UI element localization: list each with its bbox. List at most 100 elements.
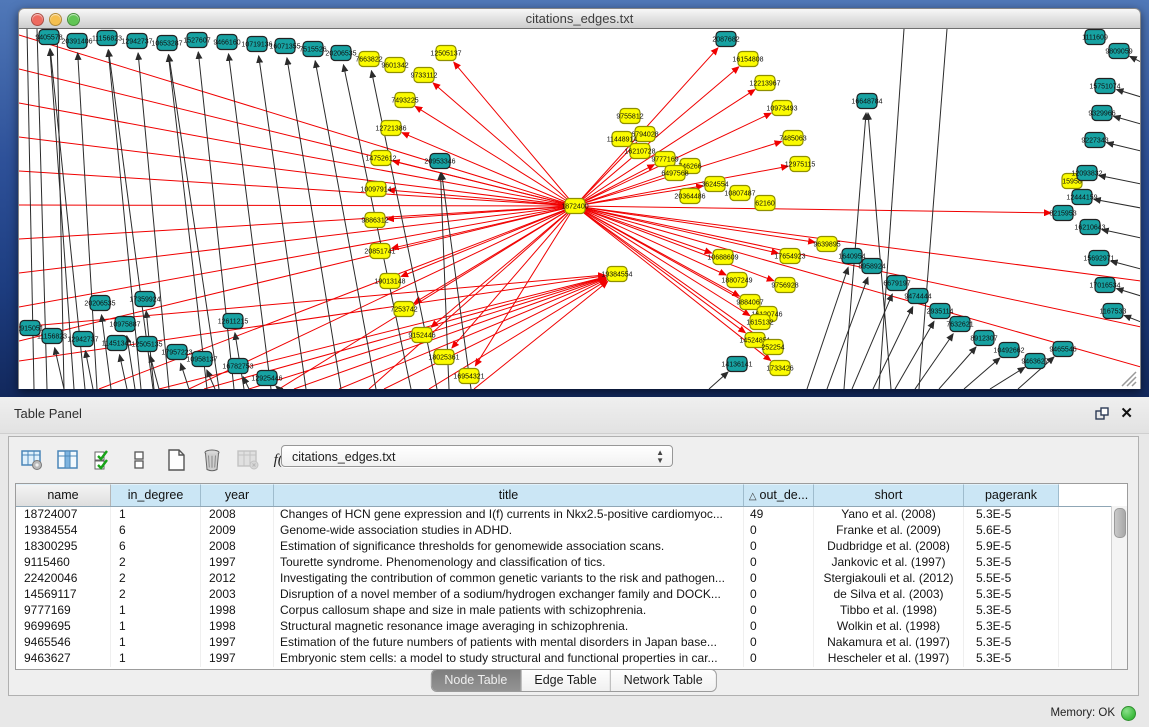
table-cell[interactable]: 5.6E-5 (964, 523, 1059, 539)
table-cell[interactable]: Structural magnetic resonance image aver… (274, 619, 744, 635)
table-cell[interactable]: 5.9E-5 (964, 539, 1059, 555)
table-cell[interactable]: 1 (111, 619, 201, 635)
table-cell[interactable]: 2009 (201, 523, 274, 539)
select-all-icon[interactable] (91, 447, 117, 473)
table-cell[interactable]: 1998 (201, 619, 274, 635)
tab-network-table[interactable]: Network Table (611, 670, 716, 691)
table-cell[interactable]: Dudbridge et al. (2008) (814, 539, 964, 555)
table-cell[interactable]: 1 (111, 635, 201, 651)
column-header-title[interactable]: title (274, 484, 744, 506)
table-row[interactable]: 946362711997Embryonic stem cells: a mode… (16, 651, 1127, 667)
column-header-year[interactable]: year (201, 484, 274, 506)
table-cell[interactable]: 5.3E-5 (964, 587, 1059, 603)
table-cell[interactable]: 9699695 (16, 619, 111, 635)
table-cell[interactable]: 2 (111, 571, 201, 587)
table-row[interactable]: 1456911722003Disruption of a novel membe… (16, 587, 1127, 603)
table-cell[interactable]: 18724007 (16, 507, 111, 523)
table-cell[interactable]: 9115460 (16, 555, 111, 571)
network-graph[interactable]: 9405578203914061115682312942737106532871… (19, 29, 1140, 389)
minimize-window-button[interactable] (49, 13, 62, 26)
table-cell[interactable]: 1997 (201, 635, 274, 651)
table-cell[interactable]: Investigating the contribution of common… (274, 571, 744, 587)
table-row[interactable]: 1872400712008Changes of HCN gene express… (16, 507, 1127, 523)
table-cell[interactable]: 5.3E-5 (964, 603, 1059, 619)
table-cell[interactable]: 18300295 (16, 539, 111, 555)
table-cell[interactable]: 0 (744, 619, 814, 635)
table-cell[interactable]: 5.3E-5 (964, 635, 1059, 651)
table-cell[interactable]: 1997 (201, 651, 274, 667)
table-cell[interactable]: 1 (111, 651, 201, 667)
table-cell[interactable]: 6 (111, 539, 201, 555)
table-cell[interactable]: de Silva et al. (2003) (814, 587, 964, 603)
table-cell[interactable]: 0 (744, 571, 814, 587)
table-settings-icon[interactable] (19, 447, 45, 473)
network-canvas[interactable]: 9405578203914061115682312942737106532871… (18, 29, 1141, 389)
table-cell[interactable]: 5.5E-5 (964, 571, 1059, 587)
float-panel-icon[interactable] (1095, 407, 1109, 421)
new-table-icon[interactable] (163, 447, 189, 473)
column-header-in_degree[interactable]: in_degree (111, 484, 201, 506)
table-cell[interactable]: Embryonic stem cells: a model to study s… (274, 651, 744, 667)
clear-selection-icon[interactable] (127, 447, 153, 473)
table-cell[interactable]: 1 (111, 507, 201, 523)
table-cell[interactable]: 22420046 (16, 571, 111, 587)
table-cell[interactable]: 2003 (201, 587, 274, 603)
table-cell[interactable]: 0 (744, 651, 814, 667)
column-header-out_de[interactable]: △out_de... (744, 484, 814, 506)
table-row[interactable]: 946554611997Estimation of the future num… (16, 635, 1127, 651)
table-cell[interactable]: Estimation of significance thresholds fo… (274, 539, 744, 555)
table-cell[interactable]: 9463627 (16, 651, 111, 667)
table-row[interactable]: 977716911998Corpus callosum shape and si… (16, 603, 1127, 619)
table-cell[interactable]: Wolkin et al. (1998) (814, 619, 964, 635)
table-row[interactable]: 2242004622012Investigating the contribut… (16, 571, 1127, 587)
table-cell[interactable]: 5.3E-5 (964, 555, 1059, 571)
table-row[interactable]: 1938455462009Genome-wide association stu… (16, 523, 1127, 539)
table-cell[interactable]: 2012 (201, 571, 274, 587)
table-cell[interactable]: 1 (111, 603, 201, 619)
table-cell[interactable]: Tibbo et al. (1998) (814, 603, 964, 619)
table-cell[interactable]: 9465546 (16, 635, 111, 651)
table-cell[interactable]: 0 (744, 539, 814, 555)
table-cell[interactable]: 2008 (201, 539, 274, 555)
table-cell[interactable]: 2 (111, 555, 201, 571)
table-cell[interactable]: 1997 (201, 555, 274, 571)
table-row[interactable]: 911546021997Tourette syndrome. Phenomeno… (16, 555, 1127, 571)
table-cell[interactable]: Hescheler et al. (1997) (814, 651, 964, 667)
table-cell[interactable]: 2 (111, 587, 201, 603)
table-row[interactable]: 969969511998Structural magnetic resonanc… (16, 619, 1127, 635)
table-cell[interactable]: Franke et al. (2009) (814, 523, 964, 539)
zoom-window-button[interactable] (67, 13, 80, 26)
table-cell[interactable]: 19384554 (16, 523, 111, 539)
table-cell[interactable]: Genome-wide association studies in ADHD. (274, 523, 744, 539)
table-selector-dropdown[interactable]: citations_edges.txt ▲▼ (281, 445, 673, 467)
table-scrollbar[interactable] (1111, 506, 1127, 669)
table-row[interactable]: 1830029562008Estimation of significance … (16, 539, 1127, 555)
table-cell[interactable]: 49 (744, 507, 814, 523)
table-cell[interactable]: Disruption of a novel member of a sodium… (274, 587, 744, 603)
table-cell[interactable]: Tourette syndrome. Phenomenology and cla… (274, 555, 744, 571)
table-cell[interactable]: 5.3E-5 (964, 619, 1059, 635)
select-columns-icon[interactable] (55, 447, 81, 473)
resize-grip[interactable] (1122, 372, 1136, 386)
table-cell[interactable]: 14569117 (16, 587, 111, 603)
table-scrollbar-thumb[interactable] (1114, 508, 1126, 538)
table-cell[interactable]: 6 (111, 523, 201, 539)
close-panel-icon[interactable]: ✕ (1120, 404, 1133, 422)
tab-edge-table[interactable]: Edge Table (521, 670, 610, 691)
column-header-name[interactable]: name (16, 484, 111, 506)
table-cell[interactable]: Estimation of the future numbers of pati… (274, 635, 744, 651)
delete-table-icon[interactable] (199, 447, 225, 473)
table-cell[interactable]: Corpus callosum shape and size in male p… (274, 603, 744, 619)
table-cell[interactable]: Jankovic et al. (1997) (814, 555, 964, 571)
table-cell[interactable]: 0 (744, 555, 814, 571)
table-cell[interactable]: 0 (744, 603, 814, 619)
table-cell[interactable]: 0 (744, 635, 814, 651)
column-header-pagerank[interactable]: pagerank (964, 484, 1059, 506)
close-window-button[interactable] (31, 13, 44, 26)
table-cell[interactable]: 2008 (201, 507, 274, 523)
table-cell[interactable]: Nakamura et al. (1997) (814, 635, 964, 651)
table-cell[interactable]: 1998 (201, 603, 274, 619)
table-cell[interactable]: 0 (744, 523, 814, 539)
table-cell[interactable]: 9777169 (16, 603, 111, 619)
table-cell[interactable]: Stergiakouli et al. (2012) (814, 571, 964, 587)
